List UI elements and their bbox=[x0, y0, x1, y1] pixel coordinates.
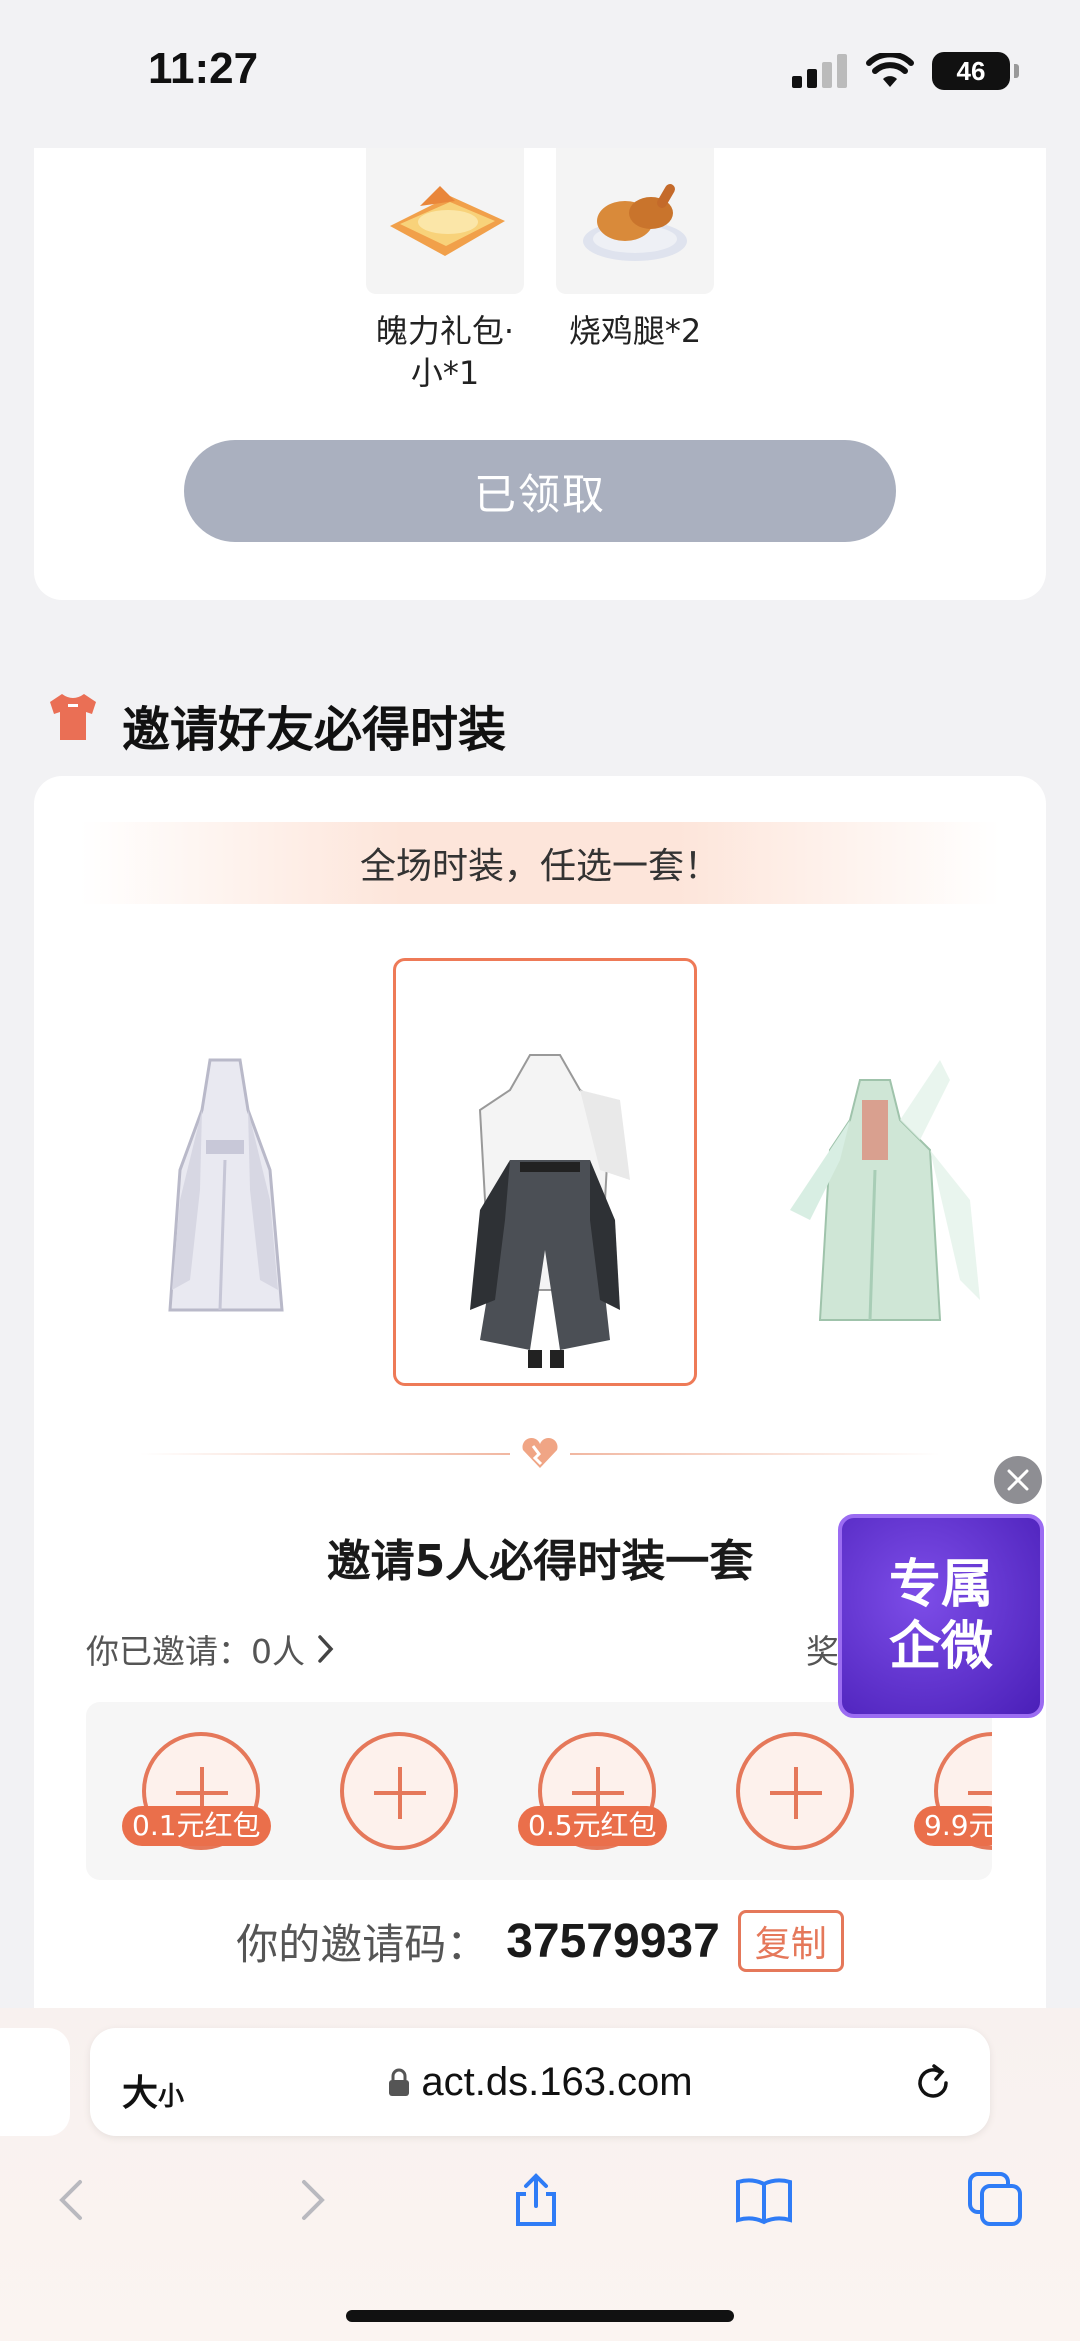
chicken-leg-icon bbox=[583, 184, 687, 261]
divider-left bbox=[140, 1453, 510, 1455]
battery-indicator: 46 bbox=[932, 52, 1019, 90]
lock-icon bbox=[389, 2068, 410, 2096]
divider-right bbox=[570, 1453, 940, 1455]
tabs-icon[interactable] bbox=[966, 2170, 1026, 2230]
reward-thumb-gift-pack bbox=[366, 148, 524, 294]
wecom-float-badge[interactable]: 专属 企微 bbox=[838, 1514, 1044, 1718]
slot-reward-badge-5: 9.9元 bbox=[914, 1806, 992, 1846]
chevron-right-icon bbox=[318, 1635, 334, 1663]
close-icon bbox=[1007, 1469, 1029, 1491]
slot-reward-badge-3: 0.5元红包 bbox=[518, 1806, 667, 1846]
invite-code-value: 37579937 bbox=[506, 1914, 720, 1968]
home-indicator[interactable] bbox=[346, 2310, 734, 2322]
section-title: 邀请好友必得时装 bbox=[122, 702, 507, 758]
share-icon[interactable] bbox=[506, 2170, 566, 2230]
reward-name-chicken-leg: 烧鸡腿*2 bbox=[568, 312, 702, 350]
forward-icon[interactable] bbox=[280, 2170, 340, 2230]
invite-slot-4[interactable] bbox=[736, 1732, 854, 1850]
invite-slots: 0.1元红包 0.5元红包 9.9元 bbox=[86, 1702, 992, 1880]
outfit-dark-robe[interactable] bbox=[450, 1050, 640, 1370]
slot-reward-badge-1: 0.1元红包 bbox=[122, 1806, 271, 1846]
copy-button[interactable]: 复制 bbox=[737, 1910, 844, 1972]
invite-code-row: 你的邀请码： 37579937 复制 bbox=[0, 1910, 1080, 1972]
invited-count-link[interactable]: 你已邀请：0人 bbox=[86, 1625, 337, 1673]
reward-name-gift-pack: 魄力礼包·小*1 bbox=[375, 312, 515, 392]
bookmarks-icon[interactable] bbox=[734, 2170, 794, 2230]
reward-label-partial: 奖 bbox=[806, 1632, 839, 1671]
heart-divider-icon bbox=[522, 1437, 558, 1468]
shirt-icon bbox=[50, 694, 96, 740]
back-icon[interactable] bbox=[44, 2170, 104, 2230]
status-time: 11:27 bbox=[148, 44, 259, 93]
status-icons: 46 bbox=[792, 52, 1019, 90]
invite-slot-2[interactable] bbox=[340, 1732, 458, 1850]
outfit-green-dress[interactable] bbox=[770, 1040, 990, 1340]
float-badge-line2: 企微 bbox=[888, 1616, 993, 1677]
gift-pack-icon bbox=[390, 186, 505, 256]
wifi-icon bbox=[866, 53, 914, 87]
claimed-button[interactable]: 已领取 bbox=[184, 440, 896, 542]
reload-icon[interactable] bbox=[910, 2060, 956, 2106]
float-close-button[interactable] bbox=[994, 1456, 1042, 1504]
promo-banner: 全场时装，任选一套！ bbox=[80, 822, 1000, 904]
signal-icon bbox=[792, 54, 847, 88]
invited-count-label: 你已邀请：0人 bbox=[86, 1632, 305, 1671]
float-badge-line1: 专属 bbox=[888, 1554, 993, 1615]
outfit-white-dress[interactable] bbox=[150, 1050, 300, 1340]
reward-thumb-chicken-leg bbox=[556, 148, 714, 294]
url-text: act.ds.163.com bbox=[421, 2060, 693, 2104]
invite-code-label: 你的邀请码： bbox=[236, 1919, 489, 1969]
